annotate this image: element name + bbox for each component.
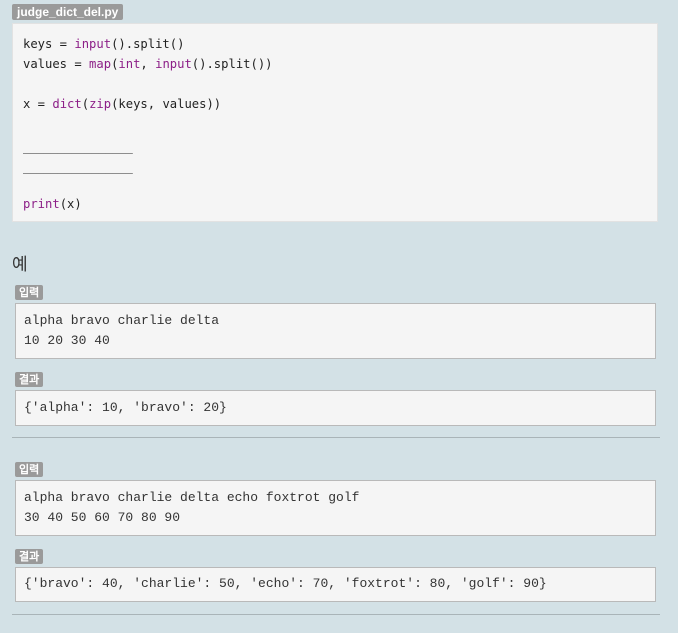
code-builtin: input [155,57,192,71]
example-1-input-line-2: 10 20 30 40 [24,333,110,348]
code-block: keys = input().split() values = map(int,… [12,23,658,222]
code-text: ( [81,97,90,111]
code-text: , [140,57,156,71]
code-builtin: int [118,57,141,71]
code-line-keys: keys = input().split() [23,36,184,52]
example-2-input-line-2: 30 40 50 60 70 80 90 [24,510,181,525]
example-1-input-box: alpha bravo charlie delta 10 20 30 40 [15,303,656,359]
code-builtin: map [89,57,112,71]
code-blank-line-2: ________________ [23,160,133,174]
code-text: ().split() [111,37,185,51]
example-divider [12,437,660,438]
output-label: 결과 [15,372,44,387]
examples-heading: 예 [12,255,28,275]
code-builtin: zip [89,97,112,111]
code-text: (x) [59,197,82,211]
code-text: (keys, values)) [111,97,222,111]
code-builtin: input [74,37,112,51]
code-text: values = [23,57,90,71]
example-2-output-line: {'bravo': 40, 'charlie': 50, 'echo': 70,… [24,576,547,591]
code-line-print: print(x) [23,196,82,212]
code-builtin: dict [52,97,82,111]
code-builtin: print [23,197,60,211]
code-line-dict: x = dict(zip(keys, values)) [23,96,221,112]
input-label: 입력 [15,285,44,300]
example-2-output-box: {'bravo': 40, 'charlie': 50, 'echo': 70,… [15,567,656,602]
code-text: x = [23,97,53,111]
example-1-output-box: {'alpha': 10, 'bravo': 20} [15,390,656,426]
example-1-input-line-1: alpha bravo charlie delta [24,313,220,328]
input-label: 입력 [15,462,44,477]
code-text: keys = [23,37,75,51]
example-2-input-box: alpha bravo charlie delta echo foxtrot g… [15,480,656,536]
code-line-values: values = map(int, input().split()) [23,56,273,72]
code-blank-line-1: ________________ [23,140,133,154]
code-text: ().split()) [191,57,273,71]
example-divider [12,614,660,615]
file-name-tag: judge_dict_del.py [12,4,124,20]
example-1-output-line: {'alpha': 10, 'bravo': 20} [24,400,227,415]
example-2-input-line-1: alpha bravo charlie delta echo foxtrot g… [24,490,360,505]
output-label: 결과 [15,549,44,564]
